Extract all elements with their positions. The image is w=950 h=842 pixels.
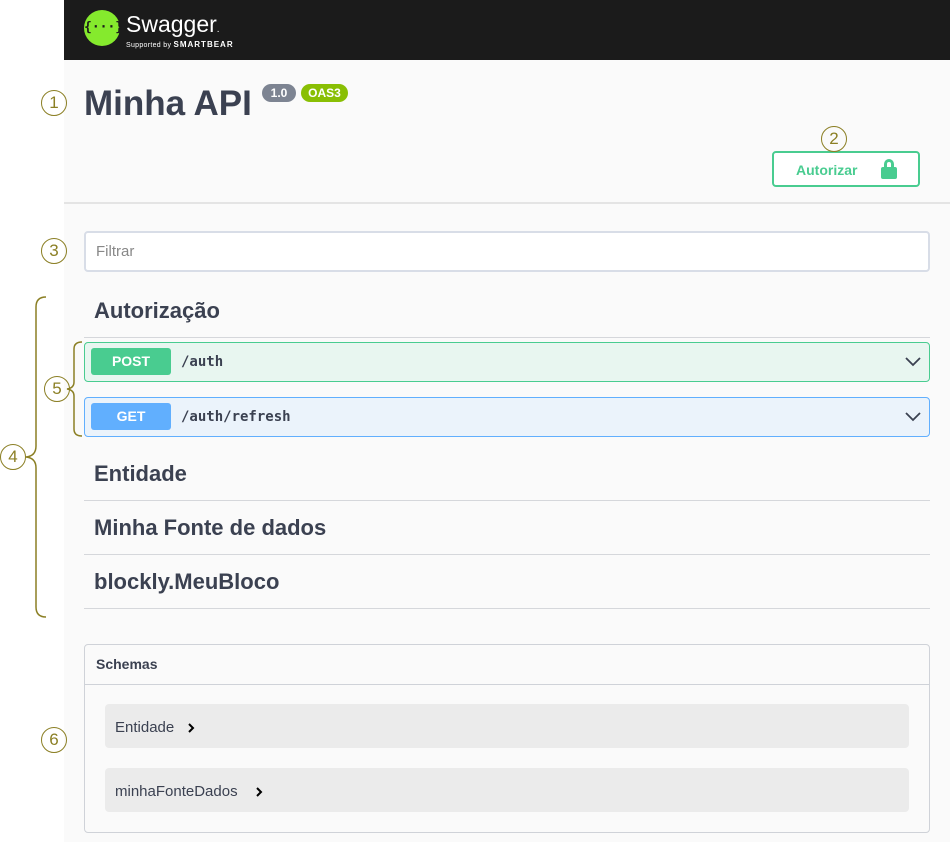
tag-label: blockly.MeuBloco xyxy=(94,569,280,594)
schemas-section: Schemas Entidade minhaFonteDados xyxy=(84,644,930,833)
model-name: minhaFonteDados xyxy=(115,783,238,800)
unlocked-padlock-icon xyxy=(881,159,897,179)
api-title: Minha API xyxy=(84,84,252,123)
version-badge: 1.0 xyxy=(262,84,296,102)
tag-label: Entidade xyxy=(94,461,187,486)
schema-model-entidade[interactable]: Entidade xyxy=(105,704,909,748)
method-badge-post: POST xyxy=(91,348,171,375)
annotation-marker-3: 3 xyxy=(41,238,67,264)
tag-blockly-meubloco[interactable]: blockly.MeuBloco xyxy=(84,555,930,609)
method-badge-get: GET xyxy=(91,403,171,430)
operation-path: /auth/refresh xyxy=(181,409,291,425)
annotation-brace-large xyxy=(25,296,47,618)
annotation-marker-2: 2 xyxy=(821,126,847,152)
annotation-brace-small xyxy=(66,341,83,437)
schema-model-minhafontedados[interactable]: minhaFonteDados xyxy=(105,768,909,812)
operation-path: /auth xyxy=(181,354,224,370)
annotation-marker-4: 4 xyxy=(0,444,26,470)
chevron-down-icon[interactable] xyxy=(904,408,922,426)
tag-minha-fonte-de-dados[interactable]: Minha Fonte de dados xyxy=(84,501,930,555)
authorize-button-label: Autorizar xyxy=(796,162,858,178)
chevron-down-icon[interactable] xyxy=(904,353,922,371)
swagger-logo-icon[interactable]: {···} xyxy=(84,10,123,46)
schemas-title: Schemas xyxy=(96,656,158,672)
chevron-right-icon xyxy=(188,723,195,733)
schemas-header[interactable]: Schemas xyxy=(85,645,929,685)
authorize-button[interactable]: Autorizar xyxy=(772,151,920,187)
tag-label: Autorização xyxy=(94,298,220,323)
filter-input[interactable] xyxy=(84,231,930,272)
tag-entidade[interactable]: Entidade xyxy=(84,447,930,501)
tag-autorizacao[interactable]: Autorização xyxy=(84,284,930,338)
logo-subtitle: Supported by SMARTBEAR xyxy=(126,40,234,49)
topbar: {···} Swagger. Supported by SMARTBEAR xyxy=(64,0,950,60)
operation-post-auth[interactable]: POST /auth xyxy=(84,342,930,382)
logo-text: Swagger. xyxy=(126,11,220,37)
annotation-marker-1: 1 xyxy=(41,90,67,116)
operation-get-auth-refresh[interactable]: GET /auth/refresh xyxy=(84,397,930,437)
annotation-marker-6: 6 xyxy=(41,727,67,753)
model-name: Entidade xyxy=(115,719,175,736)
tag-label: Minha Fonte de dados xyxy=(94,515,327,540)
section-divider xyxy=(64,202,950,204)
oas-badge: OAS3 xyxy=(301,84,348,102)
chevron-right-icon xyxy=(256,787,263,797)
